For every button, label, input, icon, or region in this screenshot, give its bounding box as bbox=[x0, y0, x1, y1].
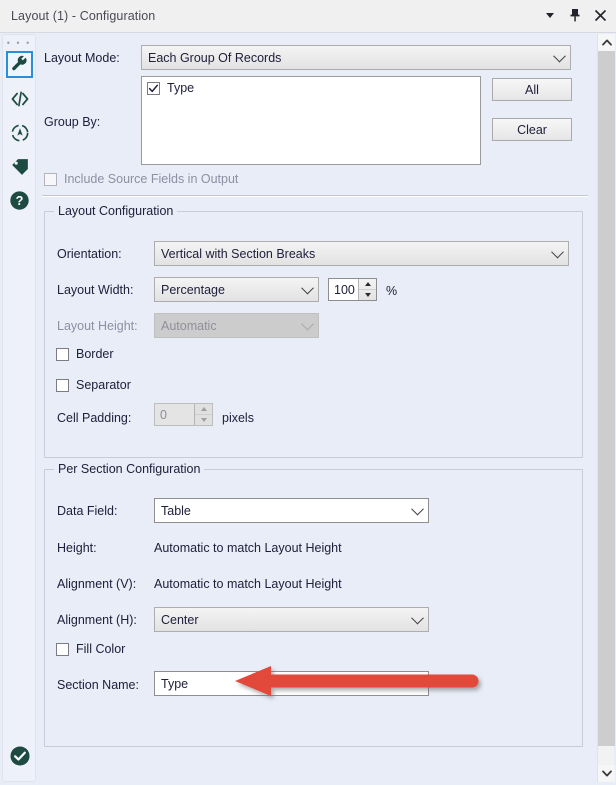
data-field-value: Table bbox=[161, 503, 191, 518]
rail-drag-handle[interactable]: • • • bbox=[3, 39, 35, 48]
rail-item-configuration[interactable] bbox=[6, 51, 33, 78]
layout-width-stepper[interactable]: 100 bbox=[328, 278, 377, 301]
globe-target-icon bbox=[11, 124, 28, 141]
clear-button[interactable]: Clear bbox=[492, 118, 572, 141]
layout-configuration-title: Layout Configuration bbox=[54, 204, 178, 218]
alignment-v-label: Alignment (V): bbox=[57, 577, 137, 591]
close-icon bbox=[594, 9, 606, 21]
fill-color-checkbox[interactable] bbox=[56, 642, 69, 656]
chevron-down-icon bbox=[406, 611, 428, 625]
window-titlebar: Layout (1) - Configuration bbox=[0, 0, 616, 33]
section-name-label: Section Name: bbox=[57, 678, 139, 692]
include-source-fields-label: Include Source Fields in Output bbox=[64, 172, 239, 186]
rail-item-annotation[interactable] bbox=[6, 119, 33, 146]
chevron-down-icon bbox=[406, 502, 428, 516]
configuration-panel: Layout (1) - Configuration • • • ? Layou… bbox=[0, 0, 616, 785]
include-source-fields-checkbox[interactable] bbox=[44, 172, 57, 186]
caret-down-icon bbox=[546, 12, 554, 18]
tag-icon bbox=[11, 158, 28, 175]
separator-checkbox[interactable] bbox=[56, 378, 69, 392]
window-controls bbox=[542, 6, 608, 24]
cell-padding-label: Cell Padding: bbox=[57, 411, 132, 425]
stepper-buttons bbox=[194, 404, 212, 425]
cell-padding-value: 0 bbox=[160, 407, 167, 422]
layout-mode-value: Each Group Of Records bbox=[148, 50, 282, 65]
rail-status-indicator bbox=[9, 745, 31, 767]
layout-height-value: Automatic bbox=[161, 318, 217, 333]
group-by-listbox[interactable]: Type bbox=[141, 76, 481, 165]
layout-height-label: Layout Height: bbox=[57, 319, 138, 333]
group-by-item-checkbox[interactable] bbox=[147, 81, 160, 95]
chevron-down-icon bbox=[296, 281, 318, 295]
section-name-input[interactable]: Type bbox=[154, 671, 429, 696]
rail-item-code[interactable] bbox=[6, 85, 33, 112]
group-by-item-label: Type bbox=[167, 81, 195, 95]
wrench-icon bbox=[12, 55, 27, 71]
alignment-v-value: Automatic to match Layout Height bbox=[154, 577, 342, 591]
layout-width-label: Layout Width: bbox=[57, 283, 134, 297]
separator-label: Separator bbox=[76, 378, 131, 392]
include-source-fields-row[interactable]: Include Source Fields in Output bbox=[44, 172, 238, 186]
border-checkbox[interactable] bbox=[56, 347, 69, 361]
per-section-configuration-title: Per Section Configuration bbox=[54, 462, 205, 476]
chevron-down-icon bbox=[546, 245, 568, 259]
alignment-h-label: Alignment (H): bbox=[57, 613, 137, 627]
alignment-h-value: Center bbox=[161, 612, 199, 627]
orientation-dropdown[interactable]: Vertical with Section Breaks bbox=[154, 241, 569, 266]
tool-rail: • • • ? bbox=[2, 34, 36, 782]
alignment-h-dropdown[interactable]: Center bbox=[154, 607, 429, 632]
border-row[interactable]: Border bbox=[56, 347, 114, 361]
pin-button[interactable] bbox=[567, 6, 583, 24]
orientation-label: Orientation: bbox=[57, 247, 122, 261]
stepper-increment[interactable] bbox=[359, 279, 376, 290]
height-label: Height: bbox=[57, 541, 97, 555]
layout-mode-label: Layout Mode: bbox=[44, 51, 120, 65]
chevron-down-icon bbox=[296, 317, 318, 331]
scroll-up-button[interactable] bbox=[598, 34, 615, 51]
layout-width-value: Percentage bbox=[161, 282, 225, 297]
fill-color-row[interactable]: Fill Color bbox=[56, 642, 125, 656]
stepper-buttons bbox=[358, 279, 376, 300]
layout-mode-dropdown[interactable]: Each Group Of Records bbox=[141, 45, 571, 70]
rail-item-help[interactable]: ? bbox=[6, 187, 33, 214]
chevron-down-icon bbox=[548, 49, 570, 63]
code-brackets-icon bbox=[11, 91, 28, 106]
checkmark-icon bbox=[148, 84, 159, 92]
scroll-down-button[interactable] bbox=[598, 765, 615, 782]
pin-icon bbox=[570, 9, 580, 22]
chevron-down-icon bbox=[601, 770, 612, 777]
data-field-dropdown[interactable]: Table bbox=[154, 498, 429, 523]
scrollbar-thumb[interactable] bbox=[598, 51, 615, 746]
group-by-label: Group By: bbox=[44, 115, 101, 129]
window-title: Layout (1) - Configuration bbox=[11, 9, 156, 23]
rail-item-tag[interactable] bbox=[6, 153, 33, 180]
chevron-up-icon bbox=[601, 39, 612, 46]
orientation-value: Vertical with Section Breaks bbox=[161, 246, 316, 261]
layout-width-dropdown[interactable]: Percentage bbox=[154, 277, 319, 302]
stepper-decrement[interactable] bbox=[359, 290, 376, 300]
layout-height-dropdown[interactable]: Automatic bbox=[154, 313, 319, 338]
layout-width-unit: % bbox=[386, 284, 398, 298]
stepper-decrement[interactable] bbox=[195, 415, 212, 425]
configuration-content: Layout Mode: Each Group Of Records Group… bbox=[37, 34, 593, 782]
separator-row[interactable]: Separator bbox=[56, 378, 131, 392]
cell-padding-stepper[interactable]: 0 bbox=[154, 403, 213, 426]
window-menu-button[interactable] bbox=[542, 6, 558, 24]
help-question-icon: ? bbox=[10, 191, 29, 210]
stepper-increment[interactable] bbox=[195, 404, 212, 415]
fill-color-label: Fill Color bbox=[76, 642, 126, 656]
list-item[interactable]: Type bbox=[142, 77, 480, 95]
all-button[interactable]: All bbox=[492, 78, 572, 101]
data-field-label: Data Field: bbox=[57, 504, 118, 518]
layout-width-amount: 100 bbox=[334, 282, 355, 297]
close-button[interactable] bbox=[592, 6, 608, 24]
cell-padding-unit: pixels bbox=[222, 411, 254, 425]
border-label: Border bbox=[76, 347, 114, 361]
section-divider-top bbox=[42, 195, 588, 197]
vertical-scrollbar[interactable] bbox=[597, 34, 615, 782]
green-check-circle-icon bbox=[10, 746, 30, 766]
svg-text:?: ? bbox=[16, 194, 24, 208]
height-value: Automatic to match Layout Height bbox=[154, 541, 342, 555]
